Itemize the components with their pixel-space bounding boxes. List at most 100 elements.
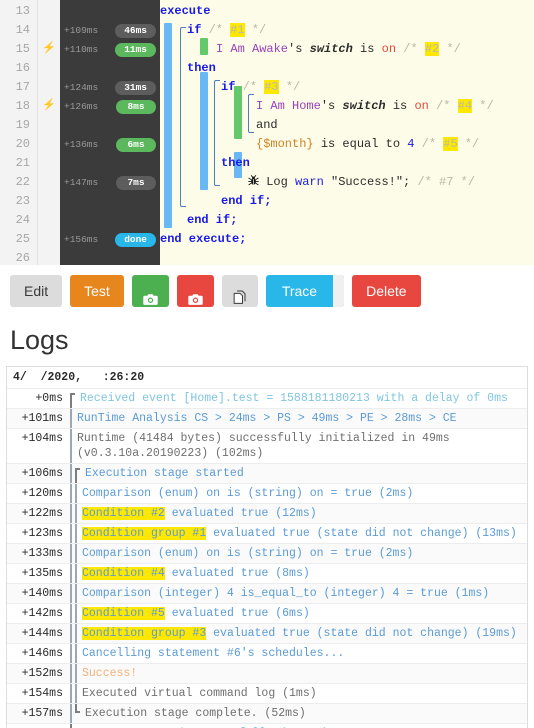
log-row: +120ms Comparison (enum) on is (string) o…: [7, 484, 527, 504]
operator: is equal to: [320, 137, 401, 151]
line-flag: [38, 21, 60, 40]
attribute-name: switch: [309, 42, 353, 56]
lightning-bolt-icon: ⚡: [42, 43, 56, 55]
tree-bar: [75, 524, 77, 543]
tree-bar: [70, 684, 72, 703]
trace-toggle[interactable]: [333, 275, 345, 307]
log-tree-gutter: [69, 584, 80, 603]
condition-tag-5: #5: [443, 137, 458, 151]
log-row: +146ms Cancelling statement #6's schedule…: [7, 644, 527, 664]
log-highlight: Condition group #1: [82, 527, 207, 540]
value: on: [381, 42, 397, 56]
log-timestamp: +133ms: [21, 547, 63, 560]
line-flag: [38, 135, 60, 154]
timing-row: +110ms 11ms: [60, 40, 160, 59]
timing-row: [60, 154, 160, 173]
elapsed-time: +126ms: [64, 101, 99, 112]
line-number: 14: [15, 23, 30, 37]
tree-bar: [75, 484, 77, 503]
log-message: Comparison (enum) on is (string) on = tr…: [82, 547, 414, 560]
line-number: 16: [15, 61, 30, 75]
log-timestamp: +104ms: [21, 432, 63, 445]
tree-bar: [70, 564, 72, 583]
line-number: 23: [15, 194, 30, 208]
trace-button[interactable]: Trace: [265, 275, 345, 307]
log-tree-gutter: [69, 464, 83, 483]
log-tree-gutter: [69, 704, 83, 723]
log-row: +140ms Comparison (integer) 4 is_equal_to…: [7, 584, 527, 604]
log-row: +142ms Condition #5 evaluated true (6ms): [7, 604, 527, 624]
code-line-log: Log warn "Success!"; /* #7 */: [160, 173, 534, 192]
log-highlight: Condition #5: [82, 607, 165, 620]
copy-button[interactable]: [221, 275, 258, 307]
code-text-area[interactable]: execute if /* #1 */ I Am Awake's switch …: [160, 0, 534, 265]
tree-corner-top: [70, 389, 77, 408]
code-line-endif-outer: end if;: [160, 211, 534, 230]
delete-button[interactable]: Delete: [352, 275, 421, 307]
line-flag: [38, 173, 60, 192]
log-tree-gutter: [69, 684, 80, 703]
tree-corner-top: [75, 464, 82, 483]
tree-bar: [70, 504, 72, 523]
snapshot-red-button[interactable]: [176, 275, 214, 307]
log-message: Execution stage started: [85, 467, 244, 480]
timing-row: +109ms 46ms: [60, 21, 160, 40]
log-message: RunTime Analysis CS > 24ms > PS > 49ms >…: [77, 412, 457, 425]
log-message: Cancelling statement #6's schedules...: [82, 647, 345, 660]
code-line-if1: if /* #1 */: [160, 21, 534, 40]
log-row: +104ms Runtime (41484 bytes) successfully…: [7, 429, 527, 464]
tree-bar: [70, 624, 72, 643]
trace-button-label: Trace: [281, 283, 318, 299]
log-row: +123ms Condition group #1 evaluated true …: [7, 524, 527, 544]
possessive: 's: [288, 42, 303, 56]
variable-month: {$month}: [256, 137, 314, 151]
timing-row: [60, 211, 160, 230]
tree-bar: [70, 644, 72, 663]
timing-row: [60, 249, 160, 265]
line-number: 18: [15, 99, 30, 113]
code-line-execute: execute: [160, 2, 534, 21]
tree-corner-bottom: [70, 724, 77, 728]
snapshot-green-button[interactable]: [131, 275, 169, 307]
comment-close: */: [446, 42, 461, 56]
log-tree-gutter: [69, 484, 80, 503]
log-timestamp: +140ms: [21, 587, 63, 600]
line-number: 21: [15, 156, 30, 170]
log-message: Runtime (41484 bytes) successfully initi…: [77, 432, 457, 460]
timing-row: +124ms 31ms: [60, 78, 160, 97]
keyword-if: if: [187, 23, 202, 37]
action-toolbar: Edit Test Trace Delete: [0, 265, 534, 319]
timing-row: +156ms done: [60, 230, 160, 249]
line-number: 25: [15, 232, 30, 246]
line-flag: [38, 230, 60, 249]
log-row: +144ms Condition group #3 evaluated true …: [7, 624, 527, 644]
log-tree-gutter: [69, 524, 80, 543]
line-flag: [38, 59, 60, 78]
code-line-endif-inner: end if;: [160, 192, 534, 211]
lightning-bolt-icon: ⚡: [42, 100, 56, 112]
tree-bar: [70, 484, 72, 503]
duration-badge: 6ms: [116, 138, 156, 152]
duration-badge: 31ms: [115, 81, 156, 95]
comment-open: /*: [436, 99, 451, 113]
elapsed-time: +156ms: [64, 234, 99, 245]
elapsed-time: +136ms: [64, 139, 99, 150]
log-timestamp: +152ms: [21, 667, 63, 680]
log-date: 4/ /2020, :26:20: [13, 371, 145, 384]
duration-badge: 7ms: [116, 176, 156, 190]
edit-button[interactable]: Edit: [10, 275, 63, 307]
log-rows-container: +0ms Received event [Home].test = 1588181…: [7, 389, 527, 728]
status-badge-done: done: [115, 233, 156, 247]
log-row: +154ms Executed virtual command log (1ms): [7, 684, 527, 704]
command-log: Log: [266, 175, 288, 189]
camera-icon: [143, 285, 158, 305]
comment-close: */: [285, 80, 301, 94]
comment-open: /*: [242, 80, 258, 94]
test-button[interactable]: Test: [70, 275, 124, 307]
comment-close: */: [251, 23, 267, 37]
keyword-end-execute: end execute;: [160, 232, 247, 246]
tree-bar: [70, 409, 72, 428]
comment-tag-7: /* #7 */: [417, 175, 476, 189]
tree-bar: [75, 564, 77, 583]
log-tree-gutter: [69, 504, 80, 523]
